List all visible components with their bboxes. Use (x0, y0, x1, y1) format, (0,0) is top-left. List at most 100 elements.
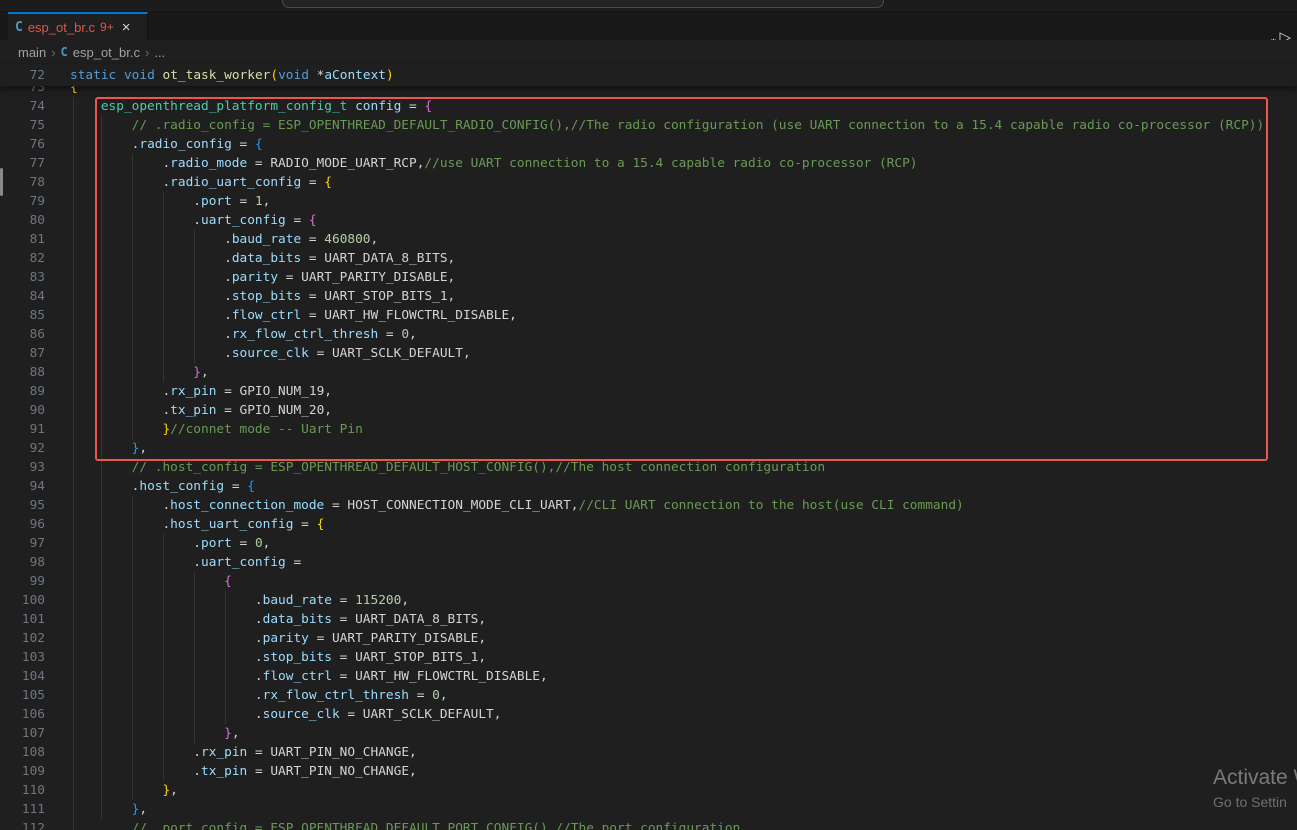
code-line[interactable]: 106 .source_clk = UART_SCLK_DEFAULT, (0, 705, 1297, 724)
chevron-right-icon: › (51, 45, 55, 60)
command-center[interactable] (282, 0, 884, 8)
code-line[interactable]: 92 }, (0, 439, 1297, 458)
code-line-text: .parity = UART_PARITY_DISABLE, (70, 268, 455, 287)
code-line[interactable]: 109 .tx_pin = UART_PIN_NO_CHANGE, (0, 762, 1297, 781)
line-number: 77 (0, 154, 45, 173)
code-line[interactable]: 111 }, (0, 800, 1297, 819)
title-bar (0, 0, 1297, 12)
code-line-text: }, (70, 781, 178, 800)
code-line[interactable]: 81 .baud_rate = 460800, (0, 230, 1297, 249)
line-number: 96 (0, 515, 45, 534)
code-line[interactable]: 86 .rx_flow_ctrl_thresh = 0, (0, 325, 1297, 344)
activate-windows-watermark: Activate W Go to Settin (1213, 766, 1297, 810)
code-line[interactable]: 78 .radio_uart_config = { (0, 173, 1297, 192)
vscode-window: C esp_ot_br.c 9+ × ▷ ⚙ main › C esp_ot_b… (0, 0, 1297, 830)
code-line[interactable]: 84 .stop_bits = UART_STOP_BITS_1, (0, 287, 1297, 306)
code-line[interactable]: 82 .data_bits = UART_DATA_8_BITS, (0, 249, 1297, 268)
watermark-subtitle: Go to Settin (1213, 794, 1297, 810)
code-line[interactable]: 87 .source_clk = UART_SCLK_DEFAULT, (0, 344, 1297, 363)
code-line[interactable]: 105 .rx_flow_ctrl_thresh = 0, (0, 686, 1297, 705)
code-line[interactable]: 93 // .host_config = ESP_OPENTHREAD_DEFA… (0, 458, 1297, 477)
code-line-text: .source_clk = UART_SCLK_DEFAULT, (70, 344, 471, 363)
code-line[interactable]: 99 { (0, 572, 1297, 591)
code-line-text: .baud_rate = 460800, (70, 230, 378, 249)
line-number: 111 (0, 800, 45, 819)
breadcrumb-item-symbol[interactable]: ... (154, 45, 165, 60)
code-line[interactable]: 89 .rx_pin = GPIO_NUM_19, (0, 382, 1297, 401)
code-line-text: .source_clk = UART_SCLK_DEFAULT, (70, 705, 501, 724)
code-line[interactable]: 96 .host_uart_config = { (0, 515, 1297, 534)
code-line-text: }, (70, 724, 240, 743)
tab-filename: esp_ot_br.c (28, 20, 95, 35)
tab-bar: C esp_ot_br.c 9+ × ▷ ⚙ (0, 12, 1297, 40)
code-line-text: .data_bits = UART_DATA_8_BITS, (70, 610, 486, 629)
line-number: 72 (0, 66, 45, 85)
code-line[interactable]: 90 .tx_pin = GPIO_NUM_20, (0, 401, 1297, 420)
code-line-text: .flow_ctrl = UART_HW_FLOWCTRL_DISABLE, (70, 306, 517, 325)
code-line-text: .rx_flow_ctrl_thresh = 0, (70, 686, 448, 705)
line-number: 97 (0, 534, 45, 553)
breadcrumb-item-file[interactable]: esp_ot_br.c (73, 45, 140, 60)
code-line-text: .host_uart_config = { (70, 515, 324, 534)
code-line[interactable]: 91 }//connet mode -- Uart Pin (0, 420, 1297, 439)
code-line-text: // .port_config = ESP_OPENTHREAD_DEFAULT… (70, 819, 740, 830)
code-line-text: }, (70, 363, 209, 382)
line-number: 91 (0, 420, 45, 439)
line-number: 89 (0, 382, 45, 401)
code-line[interactable]: 103 .stop_bits = UART_STOP_BITS_1, (0, 648, 1297, 667)
code-line[interactable]: 97 .port = 0, (0, 534, 1297, 553)
line-number: 90 (0, 401, 45, 420)
tab-problems-badge: 9+ (100, 20, 114, 34)
line-number: 81 (0, 230, 45, 249)
code-line[interactable]: 77 .radio_mode = RADIO_MODE_UART_RCP,//u… (0, 154, 1297, 173)
code-line[interactable]: 100 .baud_rate = 115200, (0, 591, 1297, 610)
code-line-text: .port = 0, (70, 534, 270, 553)
line-number: 84 (0, 287, 45, 306)
line-number: 100 (0, 591, 45, 610)
code-line[interactable]: 79 .port = 1, (0, 192, 1297, 211)
code-line[interactable]: 107 }, (0, 724, 1297, 743)
line-number: 106 (0, 705, 45, 724)
code-line-text: .radio_mode = RADIO_MODE_UART_RCP,//use … (70, 154, 918, 173)
code-line-text: }//connet mode -- Uart Pin (70, 420, 363, 439)
line-number: 92 (0, 439, 45, 458)
line-number: 86 (0, 325, 45, 344)
close-icon[interactable]: × (122, 20, 131, 35)
breadcrumb-item-main[interactable]: main (18, 45, 46, 60)
code-line[interactable]: 75 // .radio_config = ESP_OPENTHREAD_DEF… (0, 116, 1297, 135)
code-line[interactable]: 104 .flow_ctrl = UART_HW_FLOWCTRL_DISABL… (0, 667, 1297, 686)
code-line-text: .uart_config = { (70, 211, 317, 230)
code-line-text: { (70, 572, 232, 591)
code-line-text: .stop_bits = UART_STOP_BITS_1, (70, 648, 486, 667)
code-editor: 73{74 esp_openthread_platform_config_t c… (0, 78, 1297, 830)
code-line-text: .baud_rate = 115200, (70, 591, 409, 610)
code-line-text: .uart_config = (70, 553, 301, 572)
code-line[interactable]: 83 .parity = UART_PARITY_DISABLE, (0, 268, 1297, 287)
code-line[interactable]: 98 .uart_config = (0, 553, 1297, 572)
code-line[interactable]: 101 .data_bits = UART_DATA_8_BITS, (0, 610, 1297, 629)
tab-esp-ot-br[interactable]: C esp_ot_br.c 9+ × (8, 12, 148, 40)
code-line[interactable]: 88 }, (0, 363, 1297, 382)
code-line[interactable]: 74 esp_openthread_platform_config_t conf… (0, 97, 1297, 116)
code-line[interactable]: 80 .uart_config = { (0, 211, 1297, 230)
chevron-right-icon: › (145, 45, 149, 60)
line-number: 105 (0, 686, 45, 705)
left-edge-marker (0, 168, 3, 196)
code-line-text: .tx_pin = GPIO_NUM_20, (70, 401, 332, 420)
breadcrumb: main › C esp_ot_br.c › ... (0, 40, 1297, 64)
line-number: 75 (0, 116, 45, 135)
code-line[interactable]: 94 .host_config = { (0, 477, 1297, 496)
sticky-scroll-line[interactable]: 72static void ot_task_worker(void *aCont… (0, 64, 1297, 86)
code-line[interactable]: 102 .parity = UART_PARITY_DISABLE, (0, 629, 1297, 648)
code-line-text: .port = 1, (70, 192, 270, 211)
code-line[interactable]: 110 }, (0, 781, 1297, 800)
code-line-text: .parity = UART_PARITY_DISABLE, (70, 629, 486, 648)
code-line[interactable]: 112 // .port_config = ESP_OPENTHREAD_DEF… (0, 819, 1297, 830)
code-line[interactable]: 76 .radio_config = { (0, 135, 1297, 154)
code-line-text: // .radio_config = ESP_OPENTHREAD_DEFAUL… (70, 116, 1264, 135)
code-line[interactable]: 108 .rx_pin = UART_PIN_NO_CHANGE, (0, 743, 1297, 762)
code-line[interactable]: 85 .flow_ctrl = UART_HW_FLOWCTRL_DISABLE… (0, 306, 1297, 325)
code-line[interactable]: 95 .host_connection_mode = HOST_CONNECTI… (0, 496, 1297, 515)
code-line-text: .tx_pin = UART_PIN_NO_CHANGE, (70, 762, 417, 781)
line-number: 101 (0, 610, 45, 629)
